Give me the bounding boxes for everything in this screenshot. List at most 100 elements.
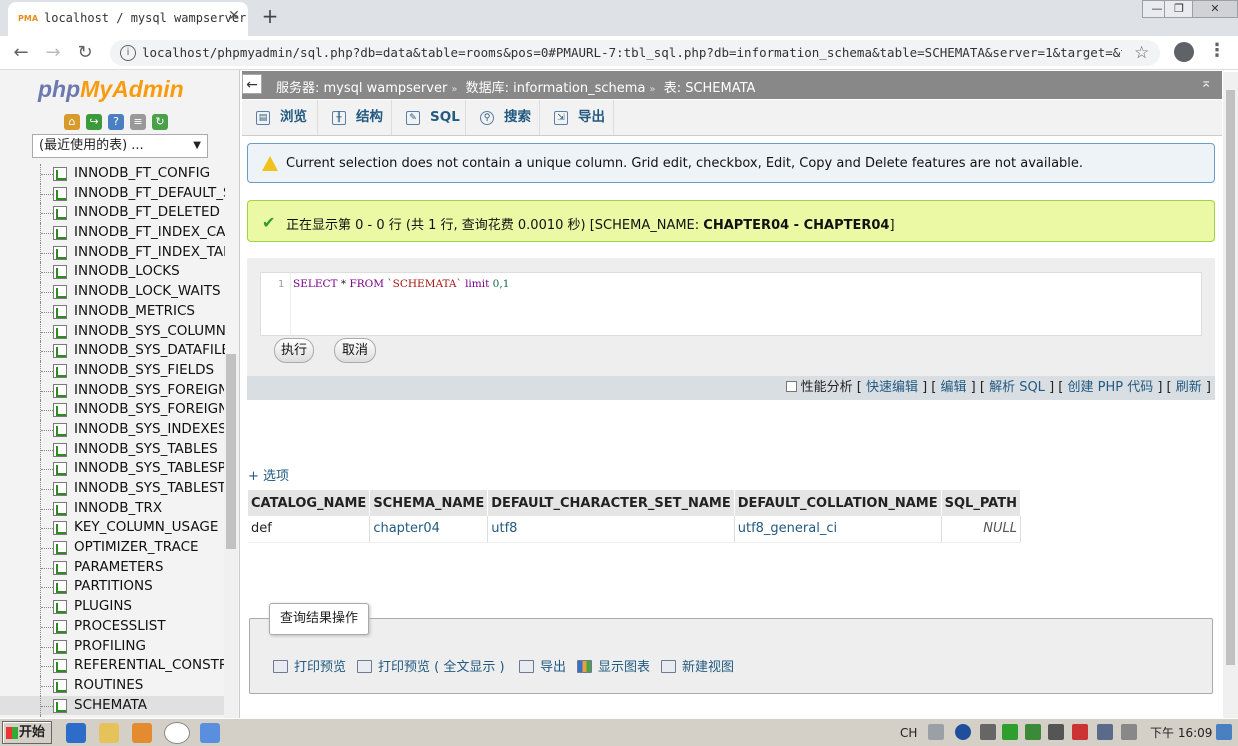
sidebar-item-label[interactable]: ROUTINES bbox=[74, 677, 143, 693]
home-icon[interactable]: ⌂ bbox=[64, 114, 80, 130]
breadcrumb-table[interactable]: 表: SCHEMATA bbox=[664, 81, 756, 96]
tray-icon[interactable] bbox=[1025, 724, 1041, 740]
sidebar-item-table[interactable]: INNODB_SYS_TABLESPA bbox=[0, 459, 225, 479]
sidebar-item-table[interactable]: INNODB_SYS_INDEXES bbox=[0, 419, 225, 440]
sidebar-item-table[interactable]: PARTITIONS bbox=[0, 577, 225, 598]
sidebar-item-label[interactable]: INNODB_SYS_TABLESTA bbox=[74, 480, 225, 496]
sidebar-item-table[interactable]: INNODB_SYS_TABLESTA bbox=[0, 479, 225, 499]
print-view-full-link[interactable]: 打印预览 ( 全文显示 ) bbox=[357, 656, 505, 675]
collapse-top-icon[interactable]: ⌅ bbox=[1200, 75, 1212, 91]
table-icon[interactable] bbox=[53, 639, 67, 654]
keyboard-icon[interactable] bbox=[928, 724, 944, 740]
sidebar-item-label[interactable]: INNODB_SYS_INDEXES bbox=[74, 421, 225, 437]
sidebar-item-table[interactable]: REFERENTIAL_CONSTRA bbox=[0, 656, 225, 676]
docs-icon[interactable]: ≡ bbox=[130, 114, 146, 130]
sidebar-item-table[interactable]: INNODB_SYS_FIELDS bbox=[0, 360, 225, 381]
create-view-link[interactable]: 新建视图 bbox=[661, 656, 734, 675]
tray-icon[interactable] bbox=[1097, 724, 1113, 740]
breadcrumb-database[interactable]: 数据库: information_schema bbox=[466, 81, 646, 96]
inline-edit-link[interactable]: 快速编辑 bbox=[866, 380, 918, 395]
table-icon[interactable] bbox=[53, 600, 67, 615]
bookmark-star-icon[interactable]: ☆ bbox=[1134, 43, 1149, 63]
sidebar-item-label[interactable]: REFERENTIAL_CONSTRA bbox=[74, 657, 225, 673]
table-icon[interactable] bbox=[53, 363, 67, 378]
sidebar-item-label[interactable]: KEY_COLUMN_USAGE bbox=[74, 519, 218, 535]
sidebar-item-label[interactable]: PARAMETERS bbox=[74, 559, 163, 575]
tab-browse[interactable]: ▤ 浏览 bbox=[242, 100, 318, 135]
explain-sql-link[interactable]: 解析 SQL bbox=[989, 380, 1045, 395]
folder-icon[interactable] bbox=[99, 723, 119, 743]
sidebar-item-label[interactable]: INNODB_FT_DELETED bbox=[74, 204, 220, 220]
browser-tab[interactable]: PMA localhost / mysql wampserver ✕ bbox=[8, 2, 248, 36]
table-icon[interactable] bbox=[53, 560, 67, 575]
reload-nav-icon[interactable]: ↻ bbox=[152, 114, 168, 130]
input-language[interactable]: CH bbox=[900, 722, 917, 744]
maximize-button[interactable]: ❐ bbox=[1164, 0, 1194, 18]
ie-icon[interactable] bbox=[66, 723, 86, 743]
page-scrollbar-thumb[interactable] bbox=[1226, 90, 1235, 665]
logout-icon[interactable]: ↪ bbox=[86, 114, 102, 130]
table-icon[interactable] bbox=[53, 482, 67, 496]
sidebar-item-label[interactable]: INNODB_FT_INDEX_CAC bbox=[74, 224, 225, 240]
tab-structure[interactable]: ╫ 结构 bbox=[318, 100, 392, 135]
sidebar-item-table[interactable]: PLUGINS bbox=[0, 597, 225, 617]
sidebar-item-table[interactable]: INNODB_METRICS bbox=[0, 301, 225, 322]
sidebar-item-table[interactable]: INNODB_LOCK_WAITS bbox=[0, 282, 225, 302]
cancel-button[interactable]: 取消 bbox=[334, 338, 376, 363]
url-bar[interactable]: i localhost/phpmyadmin/sql.php?db=data&t… bbox=[110, 40, 1160, 66]
tray-icon[interactable] bbox=[980, 724, 996, 740]
site-info-icon[interactable]: i bbox=[120, 45, 136, 61]
back-arrow-icon[interactable]: ← bbox=[10, 42, 32, 64]
sidebar-item-label[interactable]: SCHEMATA bbox=[74, 697, 147, 713]
sidebar-item-label[interactable]: INNODB_FT_DEFAULT_S bbox=[74, 185, 225, 201]
sidebar-item-table[interactable]: ROUTINES bbox=[0, 675, 225, 696]
table-icon[interactable] bbox=[53, 403, 67, 418]
wamp-tray-icon[interactable] bbox=[1002, 724, 1018, 740]
sidebar-item-table[interactable]: INNODB_FT_DELETED bbox=[0, 203, 225, 224]
table-icon[interactable] bbox=[53, 698, 67, 713]
table-icon[interactable] bbox=[53, 678, 67, 693]
table-icon[interactable] bbox=[53, 442, 67, 457]
breadcrumb-server[interactable]: 服务器: mysql wampserver bbox=[276, 81, 447, 96]
column-header[interactable]: DEFAULT_CHARACTER_SET_NAME bbox=[487, 490, 735, 516]
new-tab-button[interactable]: + bbox=[258, 4, 282, 28]
table-icon[interactable] bbox=[53, 383, 67, 398]
nav-scrollbar-thumb[interactable] bbox=[226, 354, 236, 549]
table-icon[interactable] bbox=[53, 167, 67, 181]
sidebar-item-label[interactable]: INNODB_SYS_DATAFILE bbox=[74, 342, 225, 358]
nav-collapse-arrow-icon[interactable]: ← bbox=[242, 74, 262, 94]
table-icon[interactable] bbox=[53, 462, 67, 477]
sidebar-item-label[interactable]: INNODB_LOCK_WAITS bbox=[74, 283, 221, 299]
sidebar-item-label[interactable]: OPTIMIZER_TRACE bbox=[74, 539, 199, 555]
page-scrollbar[interactable] bbox=[1223, 72, 1238, 718]
media-player-icon[interactable] bbox=[132, 723, 152, 743]
print-view-link[interactable]: 打印预览 bbox=[273, 656, 346, 675]
show-desktop-icon[interactable] bbox=[1216, 724, 1232, 740]
sidebar-item-table[interactable]: SCHEMATA bbox=[0, 695, 225, 716]
sidebar-item-table[interactable]: PARAMETERS bbox=[0, 557, 225, 578]
create-php-link[interactable]: 创建 PHP 代码 bbox=[1067, 380, 1153, 395]
phpmyadmin-logo[interactable]: phpMyAdmin bbox=[38, 76, 184, 103]
sidebar-item-table[interactable]: INNODB_SYS_DATAFILE bbox=[0, 341, 225, 361]
tab-close-icon[interactable]: ✕ bbox=[226, 8, 242, 24]
table-icon[interactable] bbox=[53, 324, 67, 339]
sidebar-item-label[interactable]: INNODB_SYS_COLUMN bbox=[74, 323, 225, 339]
sidebar-item-table[interactable]: INNODB_SYS_FOREIGN_ bbox=[0, 400, 225, 420]
sidebar-item-label[interactable]: PROCESSLIST bbox=[74, 618, 166, 634]
help-tray-icon[interactable] bbox=[955, 724, 971, 740]
sidebar-item-table[interactable]: INNODB_LOCKS bbox=[0, 262, 225, 283]
table-cell[interactable]: chapter04 bbox=[369, 516, 489, 543]
volume-muted-icon[interactable] bbox=[1121, 724, 1137, 740]
table-icon[interactable] bbox=[53, 619, 67, 634]
sql-editor[interactable]: 1 SELECT * FROM `SCHEMATA` limit 0,1 bbox=[260, 272, 1202, 336]
table-icon[interactable] bbox=[53, 422, 67, 437]
tab-search[interactable]: ⚲ 搜索 bbox=[466, 100, 540, 135]
column-header[interactable]: SQL_PATH bbox=[941, 490, 1021, 516]
sidebar-item-label[interactable]: PLUGINS bbox=[74, 598, 132, 614]
column-header[interactable]: DEFAULT_COLLATION_NAME bbox=[734, 490, 942, 516]
sidebar-item-label[interactable]: INNODB_LOCKS bbox=[74, 263, 180, 279]
table-icon[interactable] bbox=[53, 580, 67, 595]
table-icon[interactable] bbox=[53, 245, 67, 260]
forward-arrow-icon[interactable]: → bbox=[42, 42, 64, 64]
profile-avatar-icon[interactable] bbox=[1174, 42, 1194, 62]
